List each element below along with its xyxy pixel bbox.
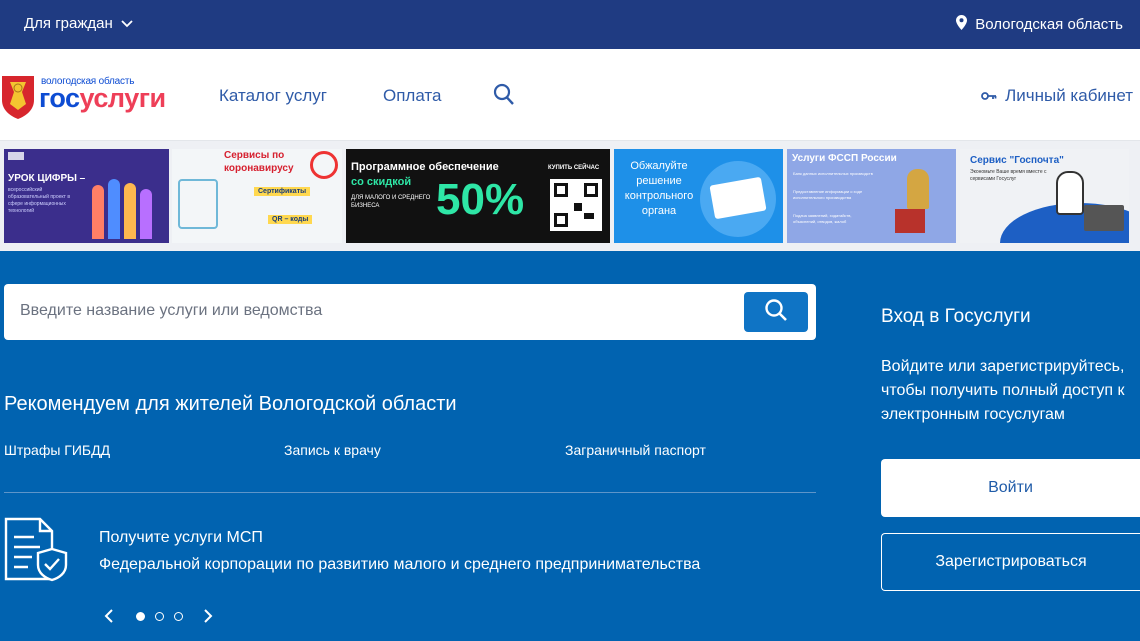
carousel-dot-2[interactable] bbox=[155, 611, 164, 621]
banner-6-person bbox=[1056, 171, 1084, 215]
login-title: Вход в Госуслуги bbox=[881, 306, 1031, 327]
nav-payment[interactable]: Оплата bbox=[383, 86, 441, 106]
banner-5-line-3: Подача заявлений, ходатайств, объяснений… bbox=[793, 213, 852, 224]
citizen-dropdown[interactable]: Для граждан bbox=[24, 15, 133, 32]
banner-strip: УРОК ЦИФРЫ – всероссийский образовательн… bbox=[0, 141, 1140, 251]
citizen-label: Для граждан bbox=[24, 15, 113, 32]
banner-gospochta[interactable]: Сервис "Госпочта" Экономьте Ваше время в… bbox=[960, 149, 1129, 243]
banner-fssp[interactable]: Услуги ФССП России Банк данных исполните… bbox=[787, 149, 956, 243]
msp-subtitle: Федеральной корпорации по развитию малог… bbox=[99, 556, 701, 573]
carousel-dot-1[interactable] bbox=[136, 611, 145, 621]
recommend-link-doctor[interactable]: Запись к врачу bbox=[284, 442, 381, 458]
chevron-right-icon[interactable] bbox=[203, 609, 213, 623]
banner-1-title: УРОК ЦИФРЫ – bbox=[8, 173, 86, 184]
region-selector[interactable]: Вологодская область bbox=[956, 15, 1123, 34]
carousel-dot-3[interactable] bbox=[174, 611, 183, 621]
login-description: Войдите или зарегистрируйтесь, чтобы пол… bbox=[881, 358, 1125, 423]
banner-coronavirus[interactable]: Сервисы по коронавирусу Сертификаты QR –… bbox=[172, 149, 342, 243]
recommend-link-passport[interactable]: Заграничный паспорт bbox=[565, 442, 706, 458]
banner-2-title: Сервисы по коронавирусу bbox=[224, 150, 294, 174]
banner-3-line2: со скидкой bbox=[351, 176, 412, 188]
account-label: Личный кабинет bbox=[1005, 86, 1133, 105]
top-bar: Для граждан Вологодская область bbox=[0, 0, 1140, 49]
search-icon bbox=[764, 298, 788, 327]
banner-5-statue bbox=[907, 169, 929, 209]
banner-3-line1: Программное обеспечение bbox=[351, 161, 499, 173]
banner-2-tag-certificates: Сертификаты bbox=[254, 187, 311, 196]
document-shield-icon bbox=[4, 517, 70, 588]
banner-2-tag-qr: QR – коды bbox=[268, 215, 313, 224]
recommend-title: Рекомендуем для жителей Вологодской обла… bbox=[4, 393, 457, 415]
location-pin-icon bbox=[956, 15, 968, 34]
chevron-down-icon bbox=[121, 15, 133, 32]
banner-5-line-1: Банк данных исполнительных производств bbox=[793, 171, 873, 176]
banner-5-line-2: Предоставление информации о ходе исполни… bbox=[793, 189, 863, 200]
banner-6-title: Сервис "Госпочта" bbox=[970, 155, 1064, 166]
main-area: Рекомендуем для жителей Вологодской обла… bbox=[0, 251, 1140, 641]
search-submit-button[interactable] bbox=[744, 292, 808, 332]
virus-icon bbox=[310, 151, 338, 179]
logo-wordmark: госуслуги bbox=[39, 85, 166, 112]
qr-code-icon bbox=[550, 179, 602, 231]
header: вологодская область госуслуги Каталог ус… bbox=[0, 49, 1140, 141]
banner-5-books bbox=[895, 209, 925, 233]
logo-part-uslugi: услуги bbox=[79, 83, 167, 113]
register-button[interactable]: Зарегистрироваться bbox=[881, 533, 1140, 591]
login-button[interactable]: Войти bbox=[881, 459, 1140, 517]
banner-1-subtitle: всероссийский образовательный проект в с… bbox=[8, 187, 70, 214]
banner-3-percent: 50% bbox=[436, 175, 525, 224]
nav-catalog[interactable]: Каталог услуг bbox=[219, 86, 327, 106]
chevron-left-icon[interactable] bbox=[104, 609, 114, 623]
search-icon[interactable] bbox=[493, 83, 515, 112]
carousel-controls bbox=[104, 609, 213, 623]
banner-6-subtitle: Экономьте Ваше время вместе с сервисами … bbox=[970, 169, 1047, 182]
banner-appeal[interactable]: Обжалуйте решение контрольного органа bbox=[614, 149, 783, 243]
gosuslugi-logo[interactable]: вологодская область госуслуги bbox=[0, 74, 185, 120]
banner-2-illustration bbox=[178, 179, 218, 229]
banner-3-line3: ДЛЯ МАЛОГО И СРЕДНЕГО БИЗНЕСА bbox=[351, 195, 431, 209]
logo-part-gos: гос bbox=[39, 83, 80, 113]
banner-lesson-digital[interactable]: УРОК ЦИФРЫ – всероссийский образовательн… bbox=[4, 149, 169, 243]
search-input[interactable] bbox=[20, 302, 720, 320]
service-search bbox=[4, 284, 816, 340]
banner-3-buy: КУПИТЬ СЕЙЧАС bbox=[548, 165, 600, 171]
recommend-link-fines[interactable]: Штрафы ГИБДД bbox=[4, 442, 110, 458]
msp-title[interactable]: Получите услуги МСП bbox=[99, 529, 263, 547]
banner-4-illustration bbox=[700, 161, 776, 237]
banner-5-title: Услуги ФССП России bbox=[792, 153, 897, 164]
personal-account-link[interactable]: Личный кабинет bbox=[981, 86, 1133, 106]
region-label: Вологодская область bbox=[975, 16, 1123, 33]
banner-4-text: Обжалуйте решение контрольного органа bbox=[624, 160, 694, 217]
region-coat-of-arms-icon bbox=[2, 76, 34, 119]
banner-software-discount[interactable]: Программное обеспечение со скидкой ДЛЯ М… bbox=[346, 149, 610, 243]
divider bbox=[4, 492, 816, 493]
banner-6-laptop bbox=[1084, 205, 1124, 231]
key-icon bbox=[981, 86, 997, 106]
